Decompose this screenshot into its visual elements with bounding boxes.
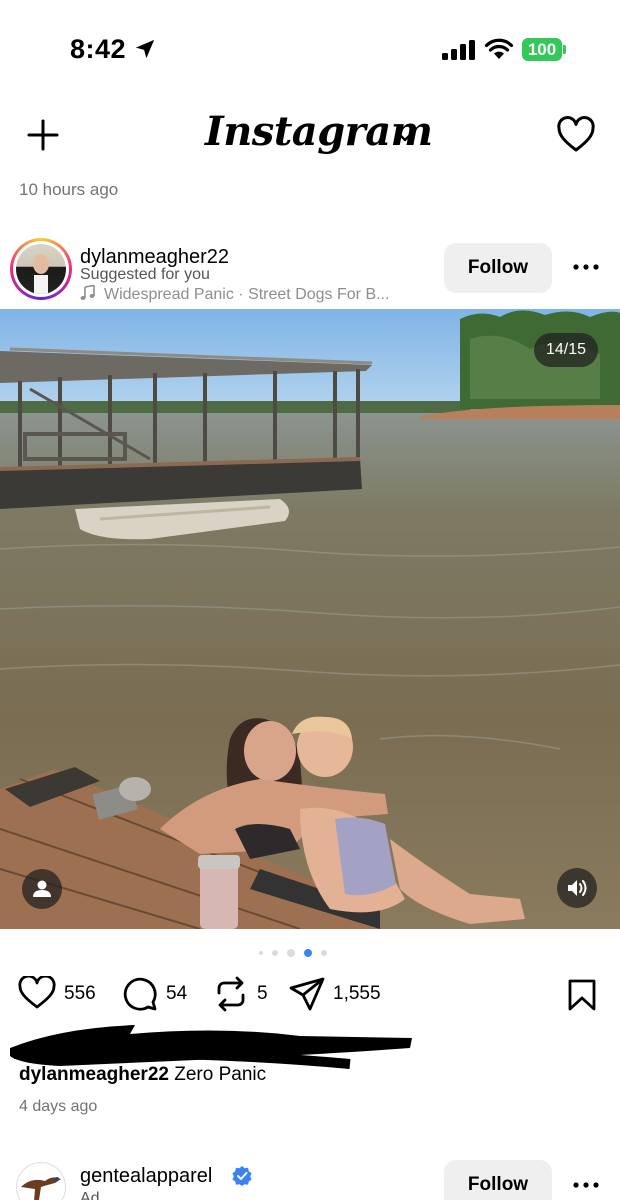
- carousel-dot: [272, 950, 278, 956]
- notifications-heart-icon[interactable]: [556, 116, 596, 154]
- carousel-dot: [287, 949, 295, 957]
- music-note-icon: [80, 285, 95, 300]
- feed-time-ago: 10 hours ago: [19, 180, 119, 199]
- mute-toggle-button[interactable]: [557, 868, 597, 908]
- post-subtitle: Suggested for you: [80, 266, 210, 283]
- carousel-dot: [259, 951, 263, 955]
- repost-icon[interactable]: [214, 976, 248, 1012]
- share-send-icon[interactable]: [288, 976, 326, 1012]
- next-post-header: gentealapparel Ad Follow: [0, 1160, 620, 1200]
- lake-dock-photo: [0, 309, 620, 929]
- carousel-dot-active: [304, 949, 312, 957]
- person-icon: [33, 880, 51, 897]
- speaker-icon: [568, 880, 587, 896]
- next-follow-button[interactable]: Follow: [444, 1160, 552, 1200]
- like-heart-icon[interactable]: [18, 976, 56, 1010]
- next-post-avatar[interactable]: [16, 1162, 66, 1200]
- bookmark-icon[interactable]: [567, 978, 597, 1012]
- avatar-story-ring[interactable]: [10, 238, 72, 300]
- avatar: [16, 244, 66, 294]
- verified-badge-icon: [232, 1166, 252, 1186]
- status-bar: 8:42 100: [0, 0, 620, 100]
- reposts-count[interactable]: 5: [257, 983, 268, 1005]
- music-track-label: Widespread Panic · Street Dogs For B...: [104, 286, 390, 303]
- post-actions: 556 54 5 1,555: [0, 970, 620, 1020]
- follow-button[interactable]: Follow: [444, 243, 552, 293]
- cellular-signal-icon: [442, 40, 475, 60]
- post-photo[interactable]: 14/15: [0, 309, 620, 929]
- status-time: 8:42: [70, 34, 127, 64]
- tagged-users-button[interactable]: [22, 869, 62, 909]
- media-counter-badge: 14/15: [534, 333, 598, 367]
- create-plus-icon[interactable]: [26, 118, 60, 152]
- battery-indicator: 100: [522, 38, 562, 61]
- shares-count[interactable]: 1,555: [333, 983, 381, 1005]
- battery-tip: [563, 45, 566, 54]
- sponsored-label: Ad: [80, 1190, 100, 1200]
- app-header: Instagram: [0, 108, 620, 168]
- next-post-username[interactable]: gentealapparel: [80, 1165, 212, 1188]
- wifi-icon: [484, 38, 514, 59]
- carousel-dot: [321, 950, 327, 956]
- music-attribution[interactable]: Widespread Panic · Street Dogs For B...: [80, 285, 389, 304]
- bird-logo-icon: [21, 1177, 61, 1200]
- location-arrow-icon: [135, 39, 155, 59]
- post-header: dylanmeagher22 Suggested for you Widespr…: [0, 236, 620, 306]
- likes-count[interactable]: 556: [64, 983, 96, 1005]
- comments-count[interactable]: 54: [166, 983, 187, 1005]
- more-options-icon[interactable]: [572, 263, 600, 271]
- next-more-options-icon[interactable]: [572, 1181, 600, 1189]
- redaction-scribble: [10, 1025, 412, 1069]
- post-time-ago: 4 days ago: [19, 1098, 98, 1115]
- chevron-down-icon[interactable]: [396, 130, 414, 144]
- comment-bubble-icon[interactable]: [122, 976, 158, 1012]
